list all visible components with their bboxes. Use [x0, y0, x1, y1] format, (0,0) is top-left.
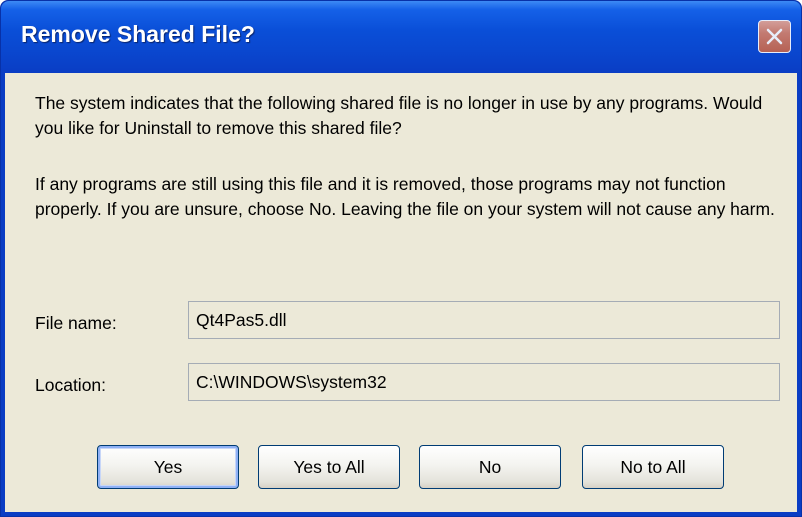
- title-bar[interactable]: Remove Shared File?: [1, 1, 801, 73]
- location-field[interactable]: C:\WINDOWS\system32: [188, 363, 780, 401]
- location-label: Location:: [35, 375, 107, 395]
- dialog-body: The system indicates that the following …: [5, 73, 797, 512]
- yes-to-all-button[interactable]: Yes to All: [258, 445, 400, 489]
- dialog-title: Remove Shared File?: [21, 21, 255, 47]
- file-name-field[interactable]: Qt4Pas5.dll: [188, 301, 780, 339]
- message-paragraph-2: If any programs are still using this fil…: [35, 174, 775, 219]
- no-to-all-button[interactable]: No to All: [582, 445, 724, 489]
- close-icon: [766, 28, 783, 45]
- message-paragraph-1: The system indicates that the following …: [35, 93, 763, 138]
- dialog-window: Remove Shared File? The system indicates…: [0, 0, 802, 517]
- yes-button[interactable]: Yes: [97, 445, 239, 489]
- file-name-label: File name:: [35, 313, 117, 333]
- no-button[interactable]: No: [419, 445, 561, 489]
- close-button[interactable]: [758, 20, 791, 53]
